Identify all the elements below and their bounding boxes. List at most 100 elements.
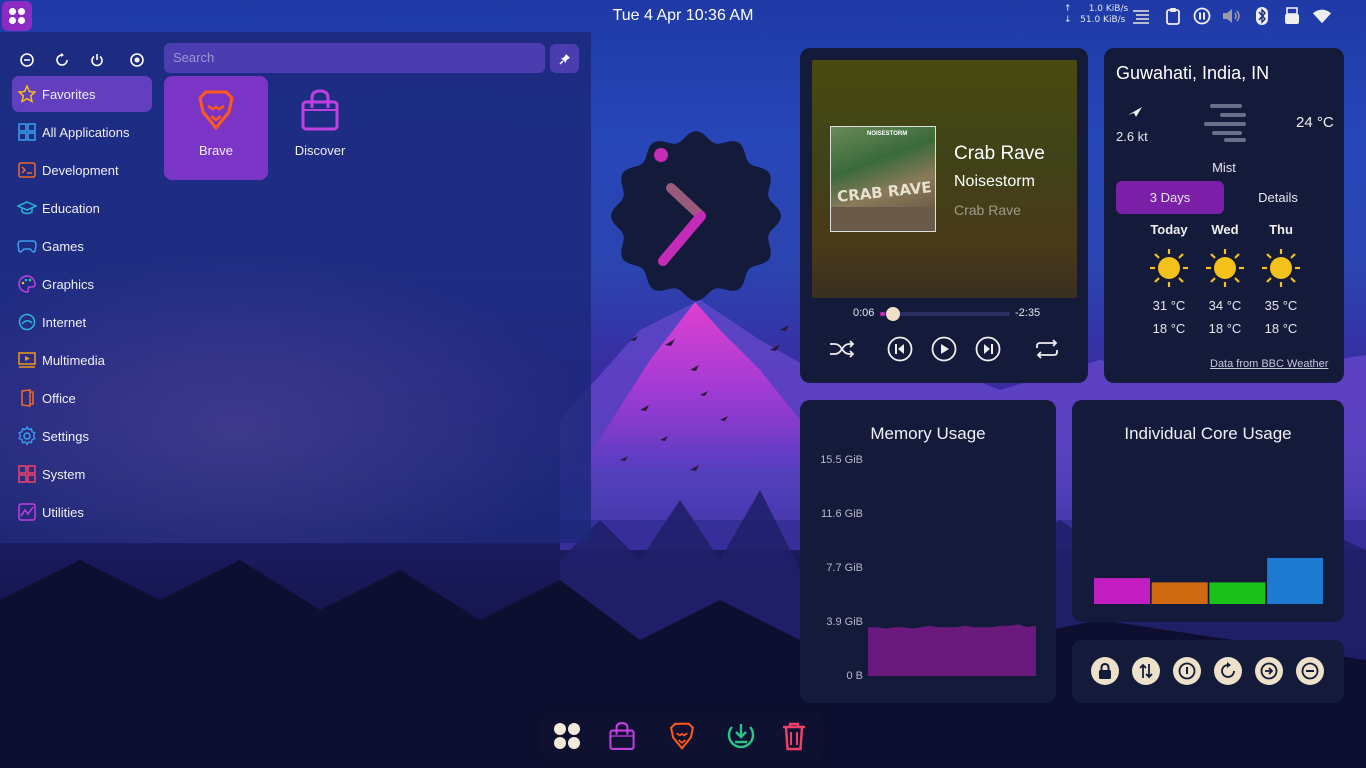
cover-brand: NOISESTORM [867, 131, 908, 137]
switch-user-icon[interactable] [1132, 657, 1160, 685]
sleep-icon[interactable] [1296, 657, 1324, 685]
wifi-icon[interactable] [1312, 6, 1332, 26]
network-speed[interactable]: ↑ 1.0 KiB/s ↓ 51.0 KiB/s [1064, 4, 1128, 26]
launcher-icon [9, 8, 25, 24]
terminal-icon [17, 160, 37, 180]
tab-3-days[interactable]: 3 Days [1116, 181, 1224, 214]
core-usage-bar-chart [1094, 557, 1323, 604]
session-buttons-widget [1072, 640, 1344, 703]
seek-handle[interactable] [886, 307, 901, 321]
trash-icon[interactable] [778, 720, 810, 752]
category-label: Games [42, 238, 84, 254]
tab-details[interactable]: Details [1224, 181, 1332, 214]
forecast-high: 35 °C [1264, 298, 1298, 313]
download-speed: 51.0 KiB/s [1080, 15, 1126, 25]
download-icon[interactable] [725, 720, 757, 752]
category-internet[interactable]: Internet [12, 304, 152, 340]
y-tick-label: 15.5 GiB [820, 454, 863, 466]
category-development[interactable]: Development [12, 152, 152, 188]
category-label: Graphics [42, 276, 95, 292]
mist-icon [1200, 103, 1248, 148]
seek-bar[interactable] [880, 307, 1010, 321]
category-system[interactable]: System [12, 456, 152, 492]
restart-icon[interactable] [54, 52, 70, 68]
forecast-day: Today [1150, 222, 1188, 237]
upload-arrow-icon: ↑ [1064, 4, 1072, 14]
forecast-low: 18 °C [1152, 321, 1186, 336]
previous-track-icon[interactable] [887, 336, 913, 362]
y-tick-label: 0 B [846, 670, 863, 682]
sun-icon [1262, 249, 1300, 287]
y-tick-label: 3.9 GiB [826, 616, 863, 628]
logout-icon[interactable] [1255, 657, 1283, 685]
forecast-high: 34 °C [1208, 298, 1242, 313]
app-discover[interactable]: Discover [268, 76, 372, 180]
app-label: Brave [199, 143, 233, 158]
volume-icon[interactable] [1222, 6, 1242, 26]
utilities-icon [17, 502, 37, 522]
logout-icon[interactable] [19, 52, 35, 68]
core-usage-widget: Individual Core Usage [1072, 400, 1344, 622]
forecast-day: Thu [1269, 222, 1293, 237]
play-icon[interactable] [931, 336, 957, 362]
star-icon [17, 84, 37, 104]
restart-icon[interactable] [1214, 657, 1242, 685]
discover-bag-icon[interactable] [606, 720, 638, 752]
forecast-day: Wed [1211, 222, 1239, 237]
next-track-icon[interactable] [975, 336, 1001, 362]
category-all-applications[interactable]: All Applications [12, 114, 152, 150]
category-office[interactable]: Office [12, 380, 152, 416]
shutdown-icon[interactable] [89, 52, 105, 68]
clipboard-icon[interactable] [1163, 6, 1183, 26]
category-label: Utilities [42, 504, 84, 520]
weather-source-link[interactable]: Data from BBC Weather [1210, 358, 1328, 370]
graduation-cap-icon [17, 198, 37, 218]
remaining-time: -2:35 [1015, 307, 1041, 319]
bluetooth-icon[interactable] [1252, 6, 1272, 26]
category-utilities[interactable]: Utilities [12, 494, 152, 530]
cover-rock [831, 207, 935, 231]
forecast-low: 18 °C [1264, 321, 1298, 336]
track-artist: Noisestorm [954, 173, 1035, 190]
launcher-button[interactable] [2, 1, 32, 31]
current-temperature: 24 °C [1296, 114, 1334, 131]
pin-icon[interactable] [550, 44, 579, 73]
category-label: Development [42, 162, 119, 178]
app-brave[interactable]: Brave [164, 76, 268, 180]
category-label: System [42, 466, 86, 482]
lock-icon[interactable] [1091, 657, 1119, 685]
memory-area [868, 624, 1036, 676]
category-games[interactable]: Games [12, 228, 152, 264]
category-graphics[interactable]: Graphics [12, 266, 152, 302]
category-favorites[interactable]: Favorites [12, 76, 152, 112]
shuffle-icon[interactable] [829, 336, 855, 362]
wind-speed: 2.6 kt [1116, 129, 1148, 144]
y-tick-label: 7.7 GiB [826, 562, 863, 574]
forecast-high: 31 °C [1152, 298, 1186, 313]
palette-icon [17, 274, 37, 294]
system-icon [17, 464, 37, 484]
top-panel: Tue 4 Apr 10:36 AM ↑ 1.0 KiB/s ↓ 51.0 Ki… [0, 0, 1366, 32]
shutdown-icon[interactable] [1173, 657, 1201, 685]
clipboard-list-icon[interactable] [1131, 6, 1151, 26]
media-pause-icon[interactable] [1192, 6, 1212, 26]
weather-location: Guwahati, India, IN [1116, 63, 1270, 83]
memory-usage-widget: Memory Usage 15.5 GiB 11.6 GiB 7.7 GiB 3… [800, 400, 1056, 703]
core-bar [1151, 582, 1208, 604]
elapsed-time: 0:06 [853, 307, 875, 319]
core-bar [1267, 557, 1323, 604]
sleep-icon[interactable] [129, 52, 145, 68]
repeat-icon[interactable] [1034, 336, 1060, 362]
category-label: All Applications [42, 124, 130, 140]
category-education[interactable]: Education [12, 190, 152, 226]
category-multimedia[interactable]: Multimedia [12, 342, 152, 378]
usb-drive-icon[interactable] [1282, 6, 1302, 26]
grid-icon [17, 122, 37, 142]
category-settings[interactable]: Settings [12, 418, 152, 454]
app-launcher-icon[interactable] [551, 720, 583, 752]
download-arrow-icon: ↓ [1064, 15, 1072, 25]
search-input[interactable]: Search [164, 43, 545, 73]
memory-area-chart [868, 624, 1036, 676]
top-clock[interactable]: Tue 4 Apr 10:36 AM [0, 7, 1366, 25]
brave-lion-icon[interactable] [666, 720, 698, 752]
